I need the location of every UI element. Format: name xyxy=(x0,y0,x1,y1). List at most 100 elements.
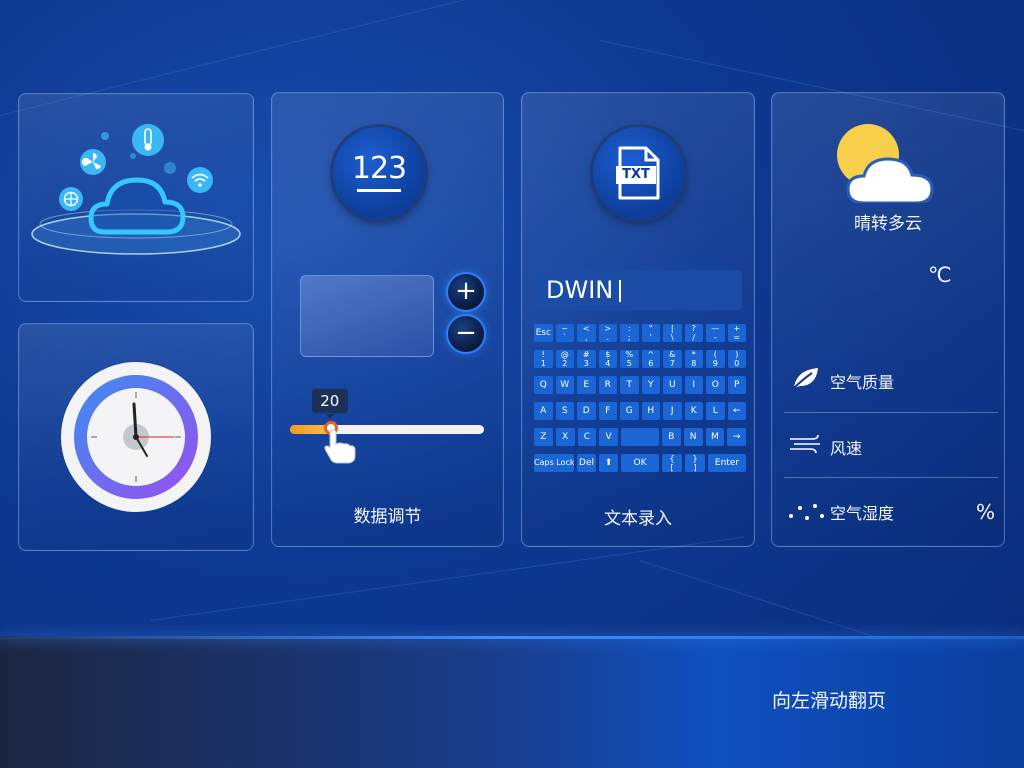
keyboard-key[interactable]: A xyxy=(534,402,553,420)
keyboard-key[interactable]: ? / xyxy=(684,324,703,342)
keyboard-key[interactable]: " ' xyxy=(641,324,660,342)
keyboard-key[interactable]: M xyxy=(705,428,725,446)
keyboard-key[interactable]: R xyxy=(598,376,617,394)
keyboard-key[interactable]: Del xyxy=(577,454,596,472)
slider-value-tooltip: 20 xyxy=(311,389,348,419)
keyboard-key[interactable]: Z xyxy=(534,428,553,446)
keyboard-key[interactable]: ! 1 xyxy=(534,350,553,368)
keyboard-key[interactable]: T xyxy=(620,376,639,394)
text-file-button[interactable]: TXT xyxy=(593,127,685,219)
humidity-label: 空气湿度 xyxy=(830,504,895,523)
keyboard-key[interactable]: | \ xyxy=(663,324,682,342)
keyboard-key[interactable]: ← xyxy=(727,402,746,420)
keyboard-key[interactable]: }] xyxy=(685,454,705,472)
keyboard-key-glyph: 7 xyxy=(669,359,675,368)
keyboard-key-glyph: [ xyxy=(670,463,674,472)
keyboard-key-glyph: < xyxy=(582,324,590,333)
wind-icon xyxy=(790,434,820,454)
keyboard-key[interactable]: I xyxy=(684,376,703,394)
keyboard-key[interactable]: O xyxy=(706,376,725,394)
keyboard-key[interactable]: ^ 6 xyxy=(641,350,660,368)
keyboard-key[interactable]: OK xyxy=(621,454,659,472)
keyboard-key[interactable]: {[ xyxy=(662,454,682,472)
virtual-keyboard: Esc ~ ` <, >.:; " ' | \? / — - + =! 1 @2 #3 $4% 5 ^ 6 & 7 * 8(9)… xyxy=(534,324,746,480)
keyboard-key-glyph: - xyxy=(713,333,717,342)
keyboard-key[interactable]: U xyxy=(663,376,682,394)
keyboard-row: QWERTYUIOP xyxy=(534,376,746,394)
keyboard-key[interactable]: → xyxy=(727,428,746,446)
keyboard-key[interactable]: % 5 xyxy=(620,350,639,368)
globe-icon xyxy=(59,187,83,211)
keyboard-key[interactable]: Esc xyxy=(534,324,553,342)
keyboard-key[interactable]: + = xyxy=(727,324,746,342)
keyboard-key-glyph: & xyxy=(669,350,676,359)
keyboard-key[interactable]: E xyxy=(577,376,596,394)
keyboard-key[interactable]: L xyxy=(706,402,725,420)
weather-card[interactable]: 晴转多云 ℃ 空气质量 风速 空气湿度 % xyxy=(771,92,1005,547)
keyboard-key-glyph: 4 xyxy=(605,359,611,368)
keyboard-key[interactable]: D xyxy=(577,402,596,420)
keyboard-key[interactable]: B xyxy=(662,428,681,446)
data-adjust-card[interactable]: 123 + − 20 数据调节 xyxy=(271,92,504,547)
keyboard-key[interactable]: Y xyxy=(641,376,660,394)
keyboard-key[interactable]: ) 0 xyxy=(727,350,746,368)
keyboard-key[interactable]: (9 xyxy=(706,350,725,368)
keyboard-key[interactable]: G xyxy=(620,402,639,420)
keyboard-key[interactable]: K xyxy=(684,402,703,420)
keyboard-key[interactable]: * 8 xyxy=(684,350,703,368)
decrease-button[interactable]: − xyxy=(448,316,484,352)
keyboard-key[interactable]: Enter xyxy=(708,454,746,472)
keyboard-key[interactable]: ⬆ xyxy=(599,454,618,472)
keyboard-key[interactable]: N xyxy=(683,428,703,446)
keyboard-key[interactable]: :; xyxy=(620,324,639,342)
keyboard-row: A S D F G H J K L ← xyxy=(534,402,746,420)
keyboard-key[interactable]: X xyxy=(555,428,575,446)
keyboard-key-glyph: ^ xyxy=(647,350,655,359)
keyboard-key[interactable]: W xyxy=(555,376,574,394)
keyboard-key-glyph: % xyxy=(625,350,634,359)
keyboard-key[interactable] xyxy=(621,428,659,446)
keyboard-key[interactable]: C xyxy=(577,428,597,446)
keyboard-key[interactable]: — - xyxy=(706,324,725,342)
value-slider[interactable] xyxy=(290,425,484,434)
humidity-icon xyxy=(789,504,824,520)
keyboard-key[interactable]: ~ ` xyxy=(555,324,574,342)
keyboard-key-glyph: / xyxy=(692,333,696,342)
keyboard-key-glyph: } xyxy=(692,454,698,463)
text-input-field[interactable]: DWIN xyxy=(536,270,742,310)
keyboard-key-glyph: 3 xyxy=(583,359,589,368)
value-display-box xyxy=(300,275,434,357)
humidity-unit: % xyxy=(976,500,996,524)
keyboard-key[interactable]: & 7 xyxy=(663,350,682,368)
text-input-card[interactable]: TXT DWIN Esc ~ ` <, >.:; " ' | \? / — - + =! 1 @2 #3 $4% 5… xyxy=(521,92,755,547)
keyboard-key[interactable]: >. xyxy=(598,324,617,342)
temperature-unit: ℃ xyxy=(928,263,952,287)
keyboard-key[interactable]: P xyxy=(727,376,746,394)
keyboard-key[interactable]: F xyxy=(598,402,617,420)
keyboard-key[interactable]: <, xyxy=(577,324,596,342)
keyboard-key[interactable]: H xyxy=(641,402,660,420)
keyboard-key-glyph: = xyxy=(733,333,741,342)
keyboard-key[interactable]: Caps Lock xyxy=(534,454,574,472)
keyboard-key[interactable]: J xyxy=(663,402,682,420)
keyboard-key-glyph: 0 xyxy=(734,359,740,368)
smart-home-card[interactable] xyxy=(18,93,254,302)
keyboard-key-glyph: ] xyxy=(693,463,697,472)
keyboard-key[interactable]: @2 xyxy=(555,350,574,368)
partly-cloudy-icon xyxy=(837,124,934,203)
increase-button[interactable]: + xyxy=(448,274,484,310)
wind-speed-label: 风速 xyxy=(830,439,863,458)
keyboard-key[interactable]: #3 xyxy=(577,350,596,368)
number-input-button[interactable]: 123 xyxy=(333,127,425,219)
hand-pointer-icon xyxy=(324,429,356,464)
keyboard-key-glyph: : xyxy=(627,324,631,333)
keyboard-key-glyph: " xyxy=(648,324,653,333)
keyboard-key[interactable]: Q xyxy=(534,376,553,394)
keyboard-key[interactable]: V xyxy=(599,428,618,446)
wifi-icon xyxy=(187,167,213,193)
keyboard-key[interactable]: $4 xyxy=(598,350,617,368)
keyboard-key[interactable]: S xyxy=(555,402,574,420)
clock-card[interactable] xyxy=(18,323,254,551)
keyboard-key-glyph: 1 xyxy=(540,359,546,368)
air-quality-label: 空气质量 xyxy=(830,373,895,392)
